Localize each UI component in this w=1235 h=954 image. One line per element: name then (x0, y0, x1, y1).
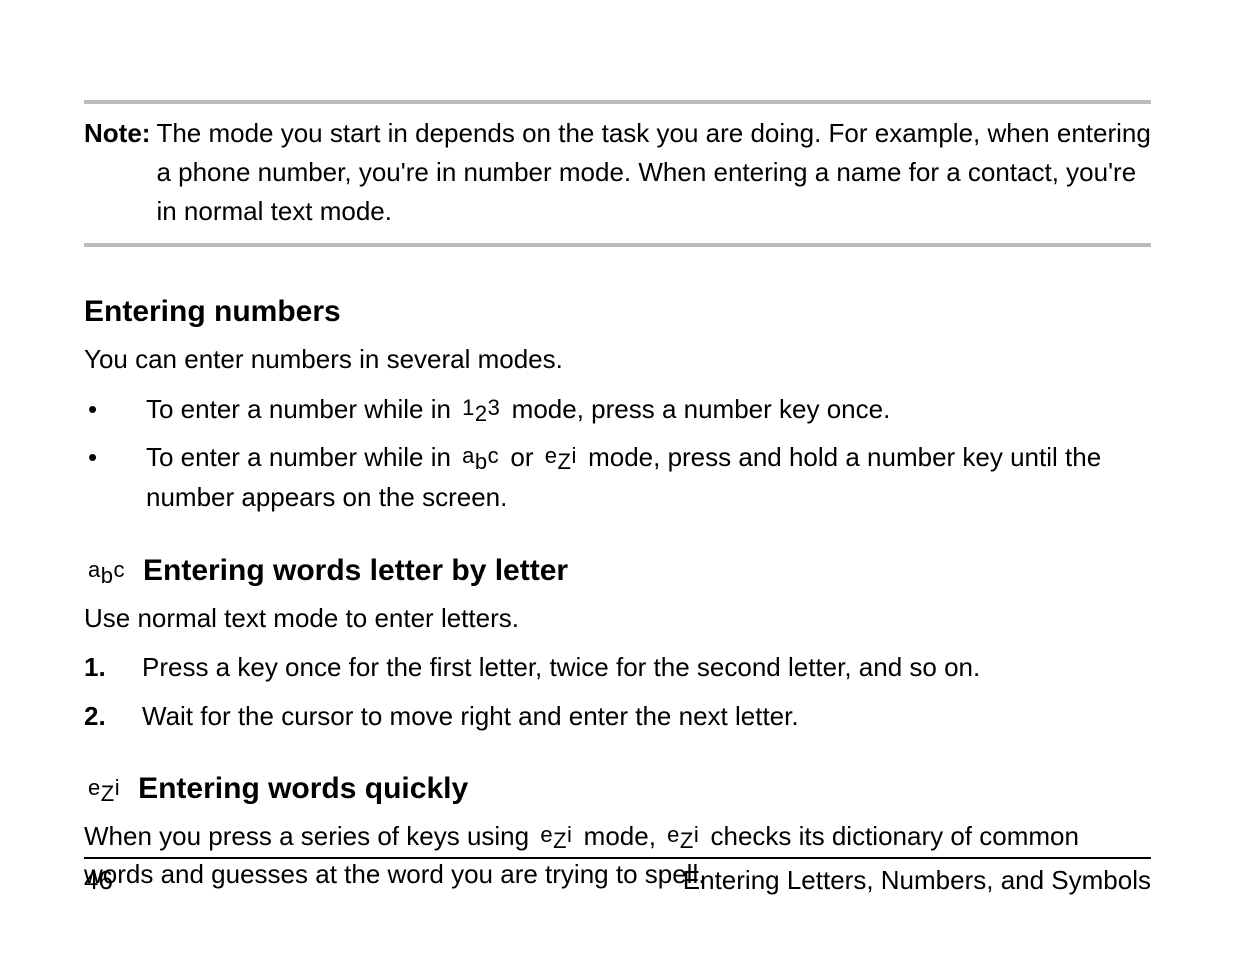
list-item: To enter a number while in 123 mode, pre… (84, 389, 1151, 429)
section-entering-numbers: Entering numbers You can enter numbers i… (84, 295, 1151, 518)
heading-entering-words-letter: Entering words letter by letter (143, 554, 568, 588)
section-entering-words-letter: abc Entering words letter by letter Use … (84, 554, 1151, 736)
note-label: Note: (84, 114, 150, 231)
page-content: Note: The mode you start in depends on t… (0, 0, 1235, 893)
mode-abc-icon: abc (462, 442, 499, 476)
page-footer: 46 Entering Letters, Numbers, and Symbol… (84, 857, 1151, 896)
bullet1-text-b: mode, press a number key once. (512, 394, 891, 424)
heading-entering-words-quickly: Entering words quickly (138, 772, 468, 806)
list-item: To enter a number while in abc or eZi mo… (84, 437, 1151, 518)
mode-abc-icon: abc (88, 560, 125, 586)
mode-ezi-icon: eZi (540, 822, 572, 854)
intro-entering-numbers: You can enter numbers in several modes. (84, 341, 1151, 379)
list-item: Press a key once for the first letter, t… (84, 647, 1151, 687)
intro-entering-words-letter: Use normal text mode to enter letters. (84, 600, 1151, 638)
note-text: The mode you start in depends on the tas… (156, 114, 1151, 231)
step1-text: Press a key once for the first letter, t… (142, 647, 1151, 687)
mode-123-icon: 123 (462, 394, 500, 428)
mode-ezi-icon: eZi (88, 778, 120, 804)
step2-text: Wait for the cursor to move right and en… (142, 696, 1151, 736)
list-item: Wait for the cursor to move right and en… (84, 696, 1151, 736)
heading-entering-numbers: Entering numbers (84, 295, 1151, 329)
p3-text-b: mode, (584, 821, 664, 851)
bullet2-text-b: or (510, 442, 540, 472)
page-number: 46 (84, 865, 113, 896)
p3-text-a: When you press a series of keys using (84, 821, 536, 851)
mode-ezi-icon: eZi (545, 442, 577, 476)
bullet2-text-a: To enter a number while in (146, 442, 458, 472)
bullet1-text-a: To enter a number while in (146, 394, 458, 424)
footer-title: Entering Letters, Numbers, and Symbols (683, 865, 1151, 896)
note-block: Note: The mode you start in depends on t… (84, 100, 1151, 247)
mode-ezi-icon: eZi (667, 822, 699, 854)
